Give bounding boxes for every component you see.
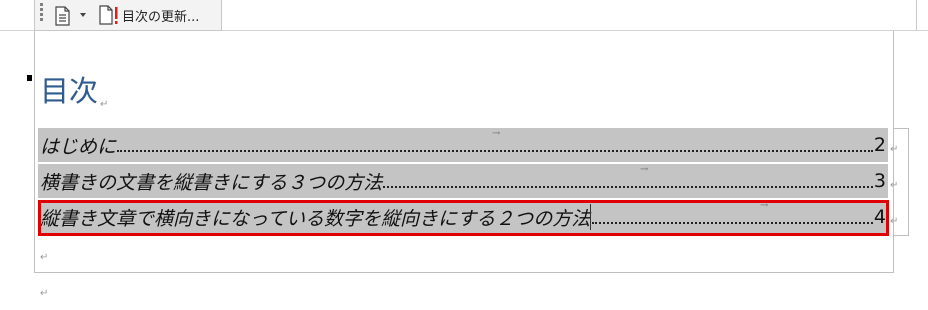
toc-entry-text: 横書きの文書を縦書きにする３つの方法 <box>40 171 383 194</box>
toc-heading-text: 目次 <box>40 74 99 108</box>
drag-grip-icon[interactable] <box>40 3 44 23</box>
update-table-icon <box>99 5 118 25</box>
field-bracket <box>894 128 909 236</box>
toc-entry-text: はじめに <box>40 135 117 158</box>
toc-entry-page: 2 <box>873 134 886 156</box>
toc-content-control-toolbar: 目次の更新... <box>34 0 222 31</box>
toc-entry-1[interactable]: はじめに 2 → <box>38 128 888 162</box>
paragraph-mark-icon: ↵ <box>40 288 49 299</box>
toc-entry-page: 3 <box>873 170 886 192</box>
paragraph-mark-icon: ↵ <box>40 252 49 263</box>
toc-leader-dots <box>117 150 873 152</box>
tab-arrow-icon: → <box>492 128 501 139</box>
toc-leader-dots <box>383 186 873 188</box>
document-icon[interactable] <box>53 6 73 26</box>
paragraph-handle[interactable] <box>27 75 32 81</box>
highlight-box <box>38 200 889 236</box>
toc-heading[interactable]: 目次 ↵ <box>40 72 109 118</box>
paragraph-mark-icon: ↵ <box>100 99 109 110</box>
update-table-label: 目次の更新... <box>122 9 200 25</box>
page-edge <box>916 0 917 30</box>
tab-arrow-icon: → <box>640 164 649 175</box>
toc-entry-2[interactable]: 横書きの文書を縦書きにする３つの方法 3 → <box>38 164 888 198</box>
chevron-down-icon[interactable] <box>80 13 86 17</box>
update-table-button[interactable]: 目次の更新... <box>97 4 199 26</box>
